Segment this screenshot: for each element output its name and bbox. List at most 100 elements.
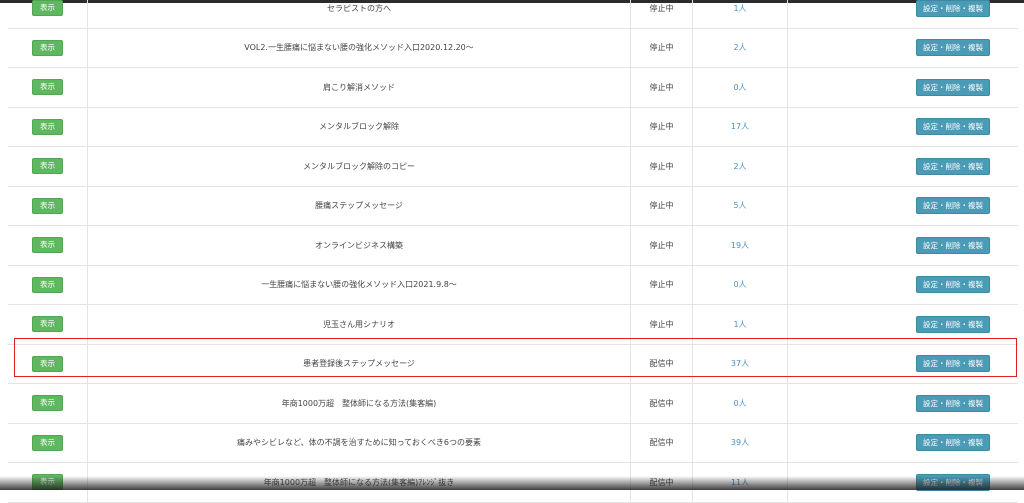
action-cell: 設定・削除・複製 [888,68,1018,107]
show-button[interactable]: 表示 [32,395,63,411]
show-cell: 表示 [8,147,88,186]
action-cell: 設定・削除・複製 [888,187,1018,226]
show-button[interactable]: 表示 [32,237,63,253]
scenario-title: 患者登録後ステップメッセージ [303,358,415,369]
subscriber-count-link[interactable]: 11人 [731,477,749,488]
empty-cell [788,226,888,265]
table-row: 表示 肩こり解消メソッド 停止中 0人 設定・削除・複製 [8,68,1018,108]
title-cell: 児玉さん用シナリオ [88,305,631,344]
status-cell: 配信中 [631,463,693,502]
empty-cell [788,384,888,423]
subscriber-count-link[interactable]: 1人 [733,3,746,14]
show-button[interactable]: 表示 [32,435,63,451]
title-cell: 一生腰痛に悩まない腰の強化メソッド入口2021.9.8～ [88,266,631,305]
settings-delete-duplicate-button[interactable]: 設定・削除・複製 [916,79,990,96]
show-button[interactable]: 表示 [32,198,63,214]
status-cell: 停止中 [631,305,693,344]
subscriber-count-link[interactable]: 0人 [733,398,746,409]
count-cell: 17人 [693,108,788,147]
status-text: 停止中 [650,279,674,290]
scenario-title: オンラインビジネス構築 [315,240,403,251]
subscriber-count-link[interactable]: 1人 [733,319,746,330]
scenario-table: 表示 セラピストの方へ 停止中 1人 設定・削除・複製 表示 VOL2.一生腰痛… [8,0,1018,503]
settings-delete-duplicate-button[interactable]: 設定・削除・複製 [916,474,990,491]
settings-delete-duplicate-button[interactable]: 設定・削除・複製 [916,118,990,135]
show-button[interactable]: 表示 [32,119,63,135]
settings-delete-duplicate-button[interactable]: 設定・削除・複製 [916,158,990,175]
status-cell: 停止中 [631,266,693,305]
show-button[interactable]: 表示 [32,474,63,490]
count-cell: 2人 [693,29,788,68]
status-text: 配信中 [650,477,674,488]
action-cell: 設定・削除・複製 [888,29,1018,68]
show-button[interactable]: 表示 [32,40,63,56]
status-cell: 停止中 [631,147,693,186]
status-cell: 停止中 [631,29,693,68]
settings-delete-duplicate-button[interactable]: 設定・削除・複製 [916,434,990,451]
settings-delete-duplicate-button[interactable]: 設定・削除・複製 [916,395,990,412]
title-cell: 年商1000万超 整体師になる方法(集客編) [88,384,631,423]
scenario-title: セラピストの方へ [327,3,391,14]
show-cell: 表示 [8,187,88,226]
table-row: 表示 メンタルブロック解除 停止中 17人 設定・削除・複製 [8,108,1018,148]
scenario-title: メンタルブロック解除のコピー [303,161,415,172]
table-row: 表示 痛みやシビレなど、体の不調を治すために知っておくべき6つの要素 配信中 3… [8,424,1018,464]
subscriber-count-link[interactable]: 2人 [733,42,746,53]
status-text: 停止中 [650,42,674,53]
empty-cell [788,266,888,305]
show-button[interactable]: 表示 [32,158,63,174]
subscriber-count-link[interactable]: 37人 [731,358,749,369]
empty-cell [788,187,888,226]
settings-delete-duplicate-button[interactable]: 設定・削除・複製 [916,355,990,372]
table-row: 表示 年商1000万超 整体師になる方法(集客編) 配信中 0人 設定・削除・複… [8,384,1018,424]
count-cell: 37人 [693,345,788,384]
show-button[interactable]: 表示 [32,356,63,372]
status-text: 停止中 [650,82,674,93]
settings-delete-duplicate-button[interactable]: 設定・削除・複製 [916,237,990,254]
subscriber-count-link[interactable]: 19人 [731,240,749,251]
settings-delete-duplicate-button[interactable]: 設定・削除・複製 [916,0,990,17]
empty-cell [788,108,888,147]
count-cell: 0人 [693,384,788,423]
settings-delete-duplicate-button[interactable]: 設定・削除・複製 [916,39,990,56]
action-cell: 設定・削除・複製 [888,305,1018,344]
empty-cell [788,424,888,463]
subscriber-count-link[interactable]: 0人 [733,279,746,290]
action-cell: 設定・削除・複製 [888,0,1018,28]
action-cell: 設定・削除・複製 [888,463,1018,502]
scenario-title: 年商1000万超 整体師になる方法(集客編)ｱﾚﾝｼﾞ抜き [264,477,455,488]
subscriber-count-link[interactable]: 17人 [731,121,749,132]
empty-cell [788,68,888,107]
settings-delete-duplicate-button[interactable]: 設定・削除・複製 [916,276,990,293]
show-cell: 表示 [8,29,88,68]
status-text: 停止中 [650,121,674,132]
table-row: 表示 一生腰痛に悩まない腰の強化メソッド入口2021.9.8～ 停止中 0人 設… [8,266,1018,306]
empty-cell [788,463,888,502]
title-cell: オンラインビジネス構築 [88,226,631,265]
subscriber-count-link[interactable]: 5人 [733,200,746,211]
table-row: 表示 腰痛ステップメッセージ 停止中 5人 設定・削除・複製 [8,187,1018,227]
show-button[interactable]: 表示 [32,0,63,16]
empty-cell [788,29,888,68]
show-cell: 表示 [8,68,88,107]
show-button[interactable]: 表示 [32,277,63,293]
status-cell: 配信中 [631,384,693,423]
show-button[interactable]: 表示 [32,79,63,95]
subscriber-count-link[interactable]: 39人 [731,437,749,448]
table-row: 表示 セラピストの方へ 停止中 1人 設定・削除・複製 [8,0,1018,29]
subscriber-count-link[interactable]: 2人 [733,161,746,172]
settings-delete-duplicate-button[interactable]: 設定・削除・複製 [916,197,990,214]
subscriber-count-link[interactable]: 0人 [733,82,746,93]
status-text: 停止中 [650,319,674,330]
count-cell: 39人 [693,424,788,463]
action-cell: 設定・削除・複製 [888,226,1018,265]
show-cell: 表示 [8,305,88,344]
status-text: 停止中 [650,3,674,14]
empty-cell [788,345,888,384]
count-cell: 0人 [693,266,788,305]
table-row: 表示 メンタルブロック解除のコピー 停止中 2人 設定・削除・複製 [8,147,1018,187]
settings-delete-duplicate-button[interactable]: 設定・削除・複製 [916,316,990,333]
count-cell: 1人 [693,305,788,344]
show-button[interactable]: 表示 [32,316,63,332]
status-cell: 停止中 [631,226,693,265]
